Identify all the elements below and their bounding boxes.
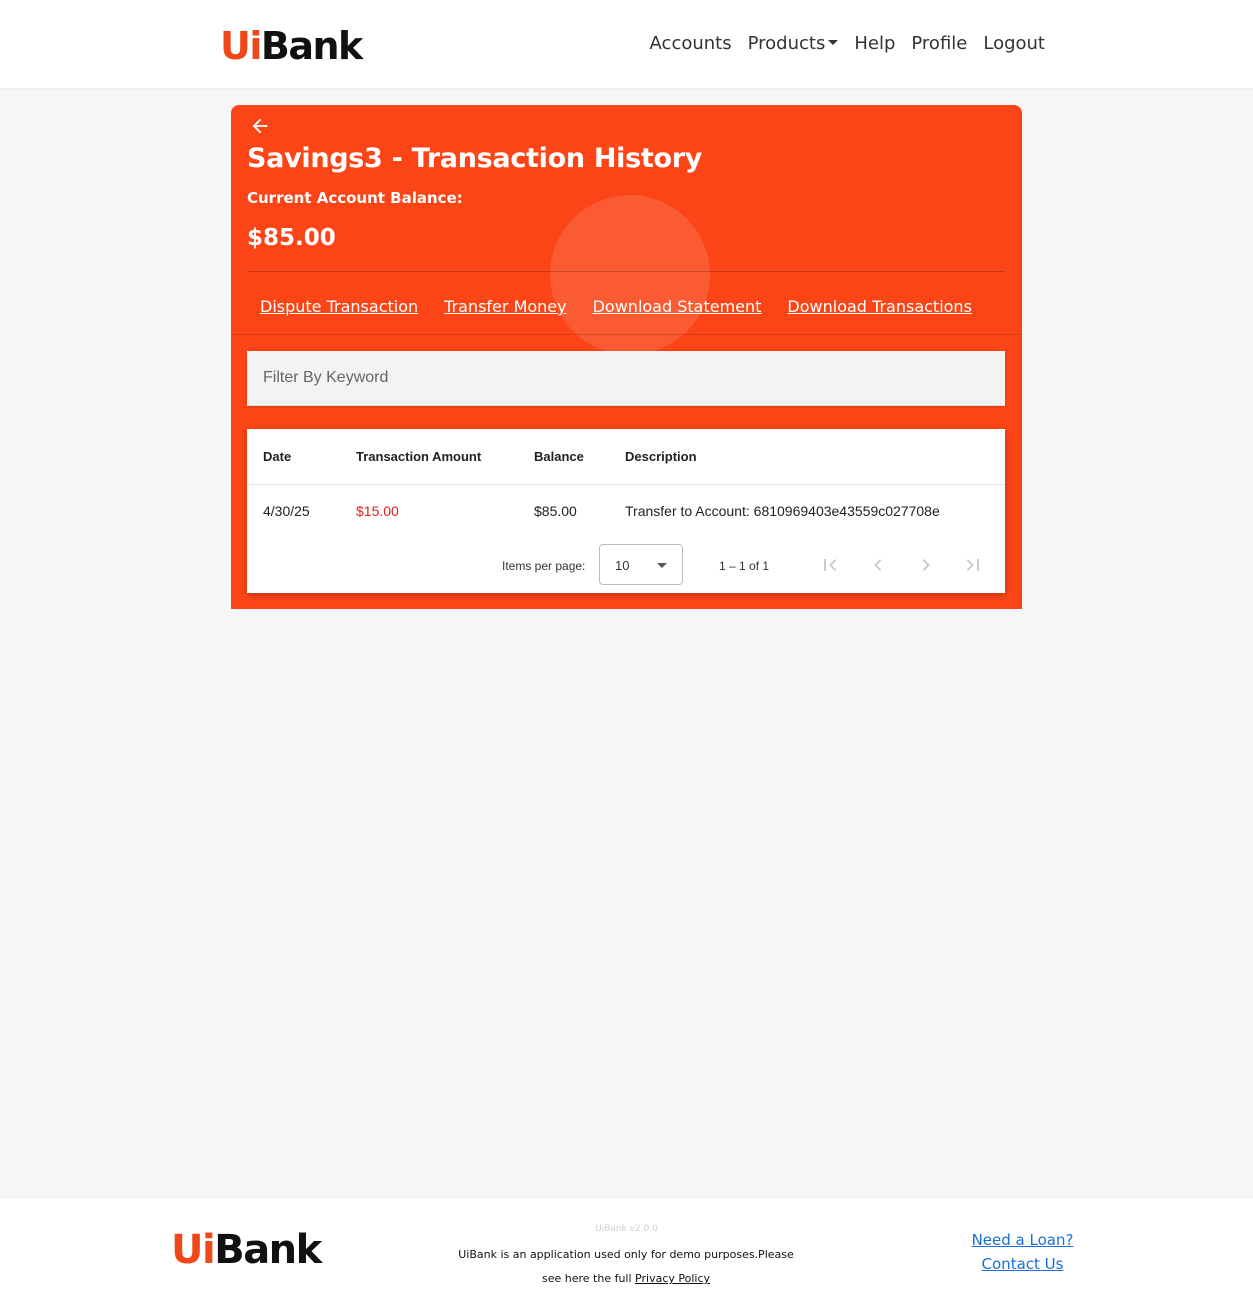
header-transaction-amount[interactable]: Transaction Amount — [356, 429, 481, 484]
previous-page-icon — [874, 559, 882, 571]
contact-us-link[interactable]: Contact Us — [960, 1252, 1085, 1276]
divider — [247, 271, 1005, 272]
nav-products-dropdown[interactable]: Products — [748, 33, 839, 54]
divider — [231, 334, 1022, 335]
caret-down-icon — [828, 40, 839, 45]
transactions-table: Date Transaction Amount Balance Descript… — [247, 429, 1005, 593]
main-nav: Accounts Products Help Profile Logout — [650, 33, 1045, 54]
items-per-page-value: 10 — [615, 558, 630, 573]
page-title: Savings3 - Transaction History — [247, 143, 703, 174]
next-page-icon — [922, 559, 930, 571]
account-actions: Dispute Transaction Transfer Money Downl… — [260, 297, 972, 316]
table-header-row: Date Transaction Amount Balance Descript… — [247, 429, 1005, 485]
download-transactions-link[interactable]: Download Transactions — [787, 297, 971, 316]
need-a-loan-link[interactable]: Need a Loan? — [960, 1228, 1085, 1252]
chevron-down-icon — [657, 563, 667, 568]
uibank-logo[interactable]: UiBank — [220, 24, 363, 68]
logo-bank-text: Bank — [260, 24, 363, 68]
filter-input[interactable] — [247, 351, 1005, 405]
row-date: 4/30/25 — [263, 503, 310, 519]
nav-help[interactable]: Help — [854, 33, 895, 54]
footer-uibank-logo: UiBank — [171, 1230, 322, 1270]
balance-label: Current Account Balance: — [247, 189, 463, 207]
logo-ui-text: Ui — [220, 24, 262, 68]
click-ripple — [550, 195, 710, 355]
download-statement-link[interactable]: Download Statement — [593, 297, 762, 316]
header-description[interactable]: Description — [625, 429, 697, 484]
table-row: 4/30/25 $15.00 $85.00 Transfer to Accoun… — [247, 485, 1005, 537]
nav-accounts[interactable]: Accounts — [650, 33, 732, 54]
items-per-page-select[interactable]: 10 — [599, 544, 683, 585]
nav-logout[interactable]: Logout — [983, 33, 1045, 54]
dispute-transaction-link[interactable]: Dispute Transaction — [260, 297, 418, 316]
footer: UiBank UiBank v2.0.0 UiBank is an applic… — [0, 1199, 1253, 1299]
page-range-label: 1 – 1 of 1 — [719, 559, 770, 573]
paginator: Items per page: 10 1 – 1 of 1 — [247, 537, 1005, 593]
header-balance[interactable]: Balance — [534, 429, 584, 484]
transfer-money-link[interactable]: Transfer Money — [444, 297, 566, 316]
row-description: Transfer to Account: 6810969403e43559c02… — [625, 503, 940, 519]
balance-value: $85.00 — [247, 225, 336, 251]
next-page-button[interactable] — [914, 553, 938, 577]
filter-field — [247, 351, 1005, 406]
items-per-page-label: Items per page: — [502, 559, 586, 573]
first-page-button[interactable] — [818, 553, 842, 577]
first-page-icon — [824, 559, 837, 571]
footer-links: Need a Loan? Contact Us — [960, 1228, 1085, 1276]
arrow-left-icon — [252, 118, 268, 134]
privacy-policy-link[interactable]: Privacy Policy — [635, 1272, 710, 1285]
footer-note: UiBank is an application used only for d… — [440, 1243, 812, 1291]
last-page-icon — [966, 559, 979, 571]
footer-note-line2: see here the full Privacy Policy — [440, 1267, 812, 1291]
transaction-history-card: Savings3 - Transaction History Current A… — [231, 105, 1022, 609]
header-date[interactable]: Date — [263, 429, 291, 484]
nav-products-label: Products — [747, 33, 826, 54]
row-amount: $15.00 — [356, 503, 399, 519]
back-button[interactable] — [249, 115, 271, 137]
nav-profile[interactable]: Profile — [911, 33, 967, 54]
footer-note-prefix: see here the full — [541, 1272, 636, 1285]
last-page-button[interactable] — [961, 553, 985, 577]
row-balance: $85.00 — [534, 503, 577, 519]
previous-page-button[interactable] — [866, 553, 890, 577]
footer-note-line1: UiBank is an application used only for d… — [458, 1248, 794, 1261]
top-navbar: UiBank Accounts Products Help Profile Lo… — [0, 0, 1253, 88]
